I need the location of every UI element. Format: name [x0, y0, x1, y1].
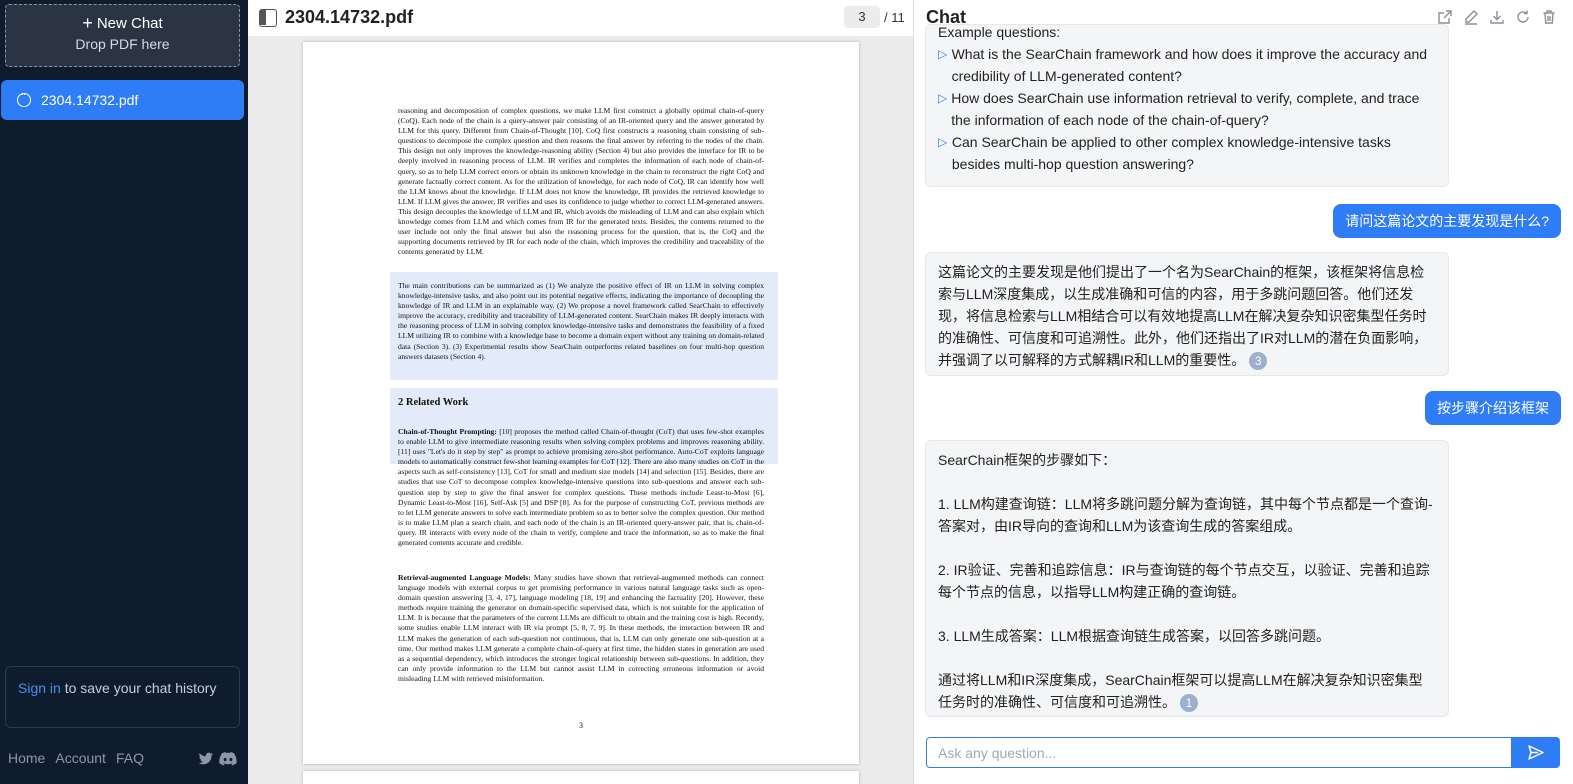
user-message: 按步骤介绍该框架	[1425, 391, 1561, 425]
page-number-input[interactable]: 3	[844, 6, 880, 28]
example-question-text: How does SearChain use information retri…	[951, 90, 1420, 128]
step-2: 2. IR验证、完善和追踪信息：IR与查询链的每个节点交互，以验证、完善和追踪每…	[938, 562, 1430, 600]
pdf-filename: 2304.14732.pdf	[285, 7, 414, 27]
example-questions-header: Example questions:	[938, 24, 1061, 40]
para4-body: Many studies have shown that retrieval-a…	[398, 573, 764, 683]
section-title: 2 Related Work	[398, 397, 469, 408]
sidebar-toggle-icon[interactable]	[259, 9, 277, 27]
send-button[interactable]	[1512, 737, 1560, 768]
sidebar: + New Chat Drop PDF here 2304.14732.pdf …	[0, 0, 248, 784]
para4-heading: Retrieval-augmented Language Models:	[398, 573, 531, 582]
para3-heading: Chain-of-Thought Prompting:	[398, 427, 497, 436]
example-question-1[interactable]: ▷ What is the SearChain framework and ho…	[938, 43, 1436, 87]
new-chat-button[interactable]: + New Chat Drop PDF here	[5, 4, 240, 67]
pdf-paragraph-4: Retrieval-augmented Language Models: Man…	[398, 573, 764, 684]
edit-icon[interactable]	[1463, 9, 1479, 25]
home-link[interactable]: Home	[8, 750, 45, 766]
example-question-text: Can SearChain be applied to other comple…	[951, 134, 1391, 172]
twitter-icon[interactable]	[198, 752, 214, 766]
account-link[interactable]: Account	[55, 750, 106, 766]
plus-icon: +	[82, 13, 93, 33]
download-icon[interactable]	[1489, 9, 1505, 25]
send-arrow-icon: ▷	[938, 91, 948, 105]
citation-badge[interactable]: 3	[1249, 352, 1268, 371]
pdf-page: reasoning and decomposition of complex q…	[303, 42, 859, 764]
faq-link[interactable]: FAQ	[116, 750, 144, 766]
example-questions-message: Example questions: ▷ What is the SearCha…	[925, 24, 1449, 187]
citation-badge[interactable]: 1	[1180, 694, 1198, 713]
pdf-next-page	[303, 771, 859, 784]
send-arrow-icon: ▷	[938, 47, 948, 61]
signin-link[interactable]: Sign in	[18, 680, 61, 696]
step-summary: 通过将LLM和IR深度集成，SearChain框架可以提高LLM在解决复杂知识密…	[938, 669, 1436, 713]
para3-body: [10] proposes the method called Chain-of…	[398, 427, 764, 548]
refresh-icon[interactable]	[1515, 9, 1531, 25]
pdf-paragraph-1: reasoning and decomposition of complex q…	[398, 106, 764, 257]
trash-icon[interactable]	[1541, 9, 1557, 25]
chat-panel: Chat Example questions: ▷ What is the Se…	[914, 0, 1573, 784]
send-icon	[1528, 745, 1544, 760]
assistant-message-text: 这篇论文的主要发现是他们提出了一个名为SearChain的框架，该框架将信息检索…	[938, 264, 1428, 368]
page-total: / 11	[884, 10, 905, 25]
drop-pdf-label: Drop PDF here	[75, 36, 170, 52]
example-question-text: What is the SearChain framework and how …	[951, 46, 1428, 84]
pdf-paragraph-2: The main contributions can be summarized…	[398, 281, 764, 361]
page-footer-number: 3	[579, 721, 583, 730]
step-1: 1. LLM构建查询链：LLM将多跳问题分解为查询链，其中每个节点都是一个查询-…	[938, 496, 1433, 534]
chat-item-label: 2304.14732.pdf	[41, 92, 139, 108]
assistant-message: 这篇论文的主要发现是他们提出了一个名为SearChain的框架，该框架将信息检索…	[925, 252, 1449, 376]
step-3: 3. LLM生成答案：LLM根据查询链生成答案，以回答多跳问题。	[938, 628, 1331, 644]
signin-prompt: Sign in to save your chat history	[5, 666, 240, 728]
chat-input[interactable]	[926, 737, 1512, 768]
user-message: 请问这篇论文的主要发现是什么?	[1333, 204, 1561, 238]
footer-links: Home Account FAQ	[8, 750, 144, 766]
send-arrow-icon: ▷	[938, 135, 948, 149]
assistant-message: SearChain框架的步骤如下： 1. LLM构建查询链：LLM将多跳问题分解…	[925, 440, 1449, 717]
pdf-header: 2304.14732.pdf 3 / 11	[248, 0, 913, 36]
example-question-3[interactable]: ▷ Can SearChain be applied to other comp…	[938, 131, 1436, 175]
discord-icon[interactable]	[219, 752, 237, 766]
assistant-message-intro: SearChain框架的步骤如下：	[938, 452, 1117, 468]
new-chat-label: New Chat	[96, 15, 163, 32]
chat-bubble-icon	[17, 89, 31, 107]
pdf-viewer: 2304.14732.pdf 3 / 11 reasoning and deco…	[248, 0, 913, 784]
example-question-2[interactable]: ▷ How does SearChain use information ret…	[938, 87, 1436, 131]
share-icon[interactable]	[1437, 9, 1453, 25]
chat-list-item[interactable]: 2304.14732.pdf	[1, 80, 244, 120]
signin-text: to save your chat history	[60, 680, 217, 696]
pdf-paragraph-3: Chain-of-Thought Prompting: [10] propose…	[398, 427, 764, 548]
